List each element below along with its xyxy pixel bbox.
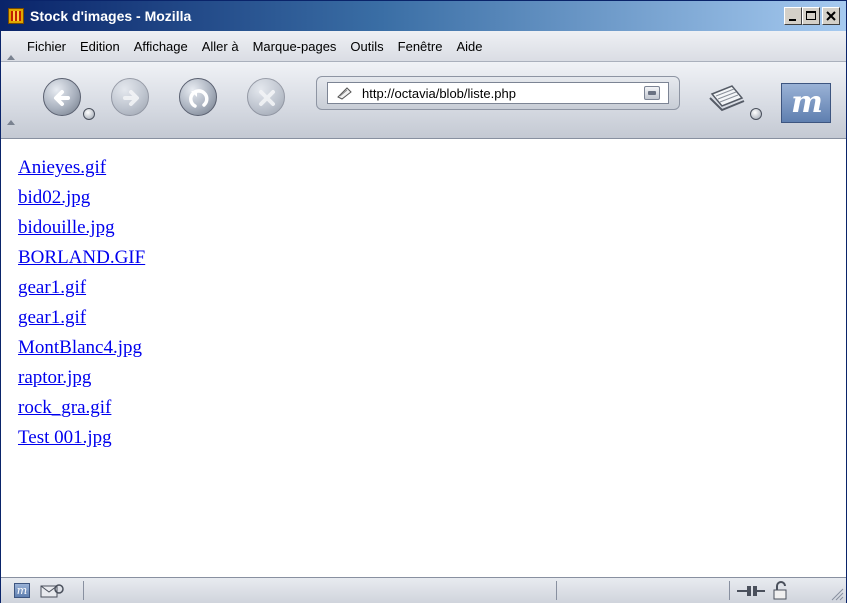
menu-bar: Fichier Edition Affichage Aller à Marque…	[1, 31, 846, 62]
navigation-toolbar-grip[interactable]	[7, 120, 15, 125]
file-link[interactable]: bid02.jpg	[18, 183, 145, 213]
close-icon	[826, 11, 836, 21]
forward-button[interactable]	[111, 78, 149, 116]
file-link[interactable]: raptor.jpg	[18, 363, 145, 393]
title-bar[interactable]: Stock d'images - Mozilla	[1, 1, 846, 31]
file-link[interactable]: Test 001.jpg	[18, 423, 145, 453]
navigation-toolbar: http://octavia/blob/liste.php m	[1, 62, 846, 139]
minimize-icon	[789, 19, 796, 21]
file-link[interactable]: MontBlanc4.jpg	[18, 333, 145, 363]
file-list: Anieyes.gif bid02.jpg bidouille.jpg BORL…	[18, 153, 145, 453]
file-link[interactable]: gear1.gif	[18, 303, 145, 333]
file-link[interactable]: Anieyes.gif	[18, 153, 145, 183]
menu-list: Fichier Edition Affichage Aller à Marque…	[27, 39, 497, 54]
menu-fichier[interactable]: Fichier	[27, 39, 66, 54]
minimize-button[interactable]	[784, 7, 802, 25]
browser-window: Stock d'images - Mozilla Fichier Edition…	[0, 0, 847, 603]
menu-outils[interactable]: Outils	[350, 39, 383, 54]
forward-arrow-icon	[123, 90, 139, 106]
maximize-icon	[806, 11, 816, 20]
security-lock-icon[interactable]	[771, 581, 791, 600]
close-button[interactable]	[822, 7, 840, 25]
status-separator	[83, 581, 84, 600]
reload-button[interactable]	[179, 78, 217, 116]
back-button[interactable]	[43, 78, 81, 116]
print-dropdown[interactable]	[750, 108, 762, 120]
menu-toolbar-grip[interactable]	[7, 55, 15, 60]
url-input[interactable]: http://octavia/blob/liste.php	[327, 82, 669, 104]
menu-fenetre[interactable]: Fenêtre	[398, 39, 443, 54]
menu-marque-pages[interactable]: Marque-pages	[253, 39, 337, 54]
status-bar: m	[1, 577, 846, 603]
stop-button[interactable]	[247, 78, 285, 116]
page-content: Anieyes.gif bid02.jpg bidouille.jpg BORL…	[1, 139, 846, 577]
window-controls	[784, 7, 840, 25]
status-separator	[556, 581, 557, 600]
file-link[interactable]: rock_gra.gif	[18, 393, 145, 423]
mozilla-app-icon[interactable]	[8, 8, 24, 24]
reload-icon	[189, 89, 209, 108]
url-bar-frame: http://octavia/blob/liste.php	[316, 76, 680, 110]
menu-aide[interactable]: Aide	[456, 39, 482, 54]
back-history-dropdown[interactable]	[83, 108, 95, 120]
print-icon[interactable]	[706, 80, 750, 114]
mozilla-throbber-logo[interactable]: m	[781, 83, 831, 123]
file-link[interactable]: gear1.gif	[18, 273, 145, 303]
back-arrow-icon	[54, 90, 70, 106]
mail-component-icon[interactable]	[39, 582, 65, 600]
file-link[interactable]: BORLAND.GIF	[18, 243, 145, 273]
file-link[interactable]: bidouille.jpg	[18, 213, 145, 243]
online-status-icon[interactable]	[736, 583, 766, 599]
menu-edition[interactable]: Edition	[80, 39, 120, 54]
window-title: Stock d'images - Mozilla	[30, 8, 192, 24]
url-dropdown-button[interactable]	[644, 86, 660, 100]
url-text: http://octavia/blob/liste.php	[362, 86, 516, 101]
menu-aller[interactable]: Aller à	[202, 39, 239, 54]
status-separator	[729, 581, 730, 600]
stop-icon	[259, 90, 275, 106]
page-proxy-icon[interactable]	[336, 86, 354, 100]
mozilla-component-icon[interactable]: m	[14, 583, 30, 598]
maximize-button[interactable]	[802, 7, 820, 25]
menu-affichage[interactable]: Affichage	[134, 39, 188, 54]
resize-grip[interactable]	[828, 585, 844, 601]
